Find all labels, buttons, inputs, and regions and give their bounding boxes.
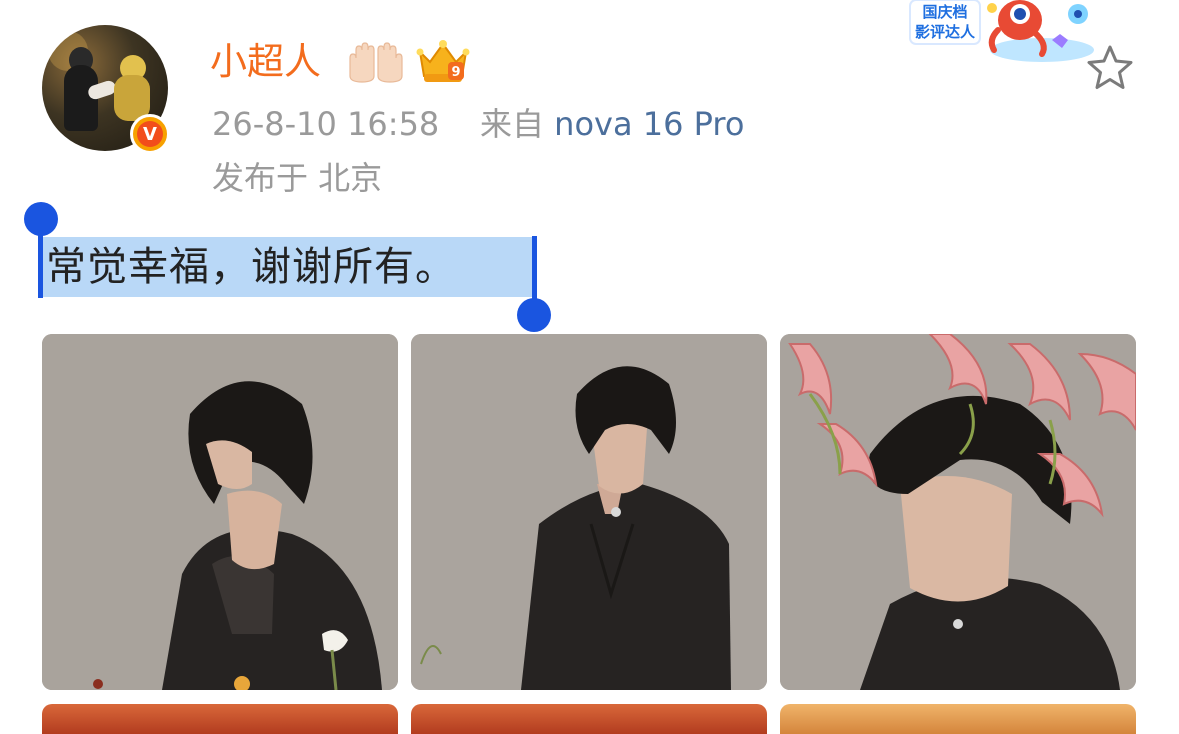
verified-badge-letter: V (137, 121, 163, 147)
selection-end-bar (532, 236, 537, 302)
post-location: 发布于 北京 (212, 159, 383, 197)
portrait-image (42, 334, 398, 690)
verified-badge-icon: V (130, 114, 170, 154)
author-name[interactable]: 小超人 (210, 40, 321, 84)
portrait-image (780, 334, 1136, 690)
event-badge[interactable]: 国庆档 影评达人 (902, 0, 1096, 64)
crown-level-icon[interactable]: 9 (414, 36, 472, 86)
photo-row2-strip-1[interactable] (42, 704, 398, 734)
photo-1[interactable] (42, 334, 398, 690)
post-body-text[interactable]: 常觉幸福，谢谢所有。 (46, 240, 456, 294)
post-meta: 26-8-10 16:58 来自 nova 16 Pro (212, 104, 744, 144)
crown-level-number: 9 (451, 65, 460, 80)
raised-hands-emoji-icon (349, 42, 403, 83)
photo-3[interactable] (780, 334, 1136, 690)
post-device-link[interactable]: nova 16 Pro (554, 105, 744, 143)
photo-2[interactable] (411, 334, 767, 690)
photo-row2-strip-2[interactable] (411, 704, 767, 734)
star-outline-icon[interactable] (1084, 42, 1136, 94)
post-source-prefix: 来自 (479, 105, 544, 143)
event-badge-line1: 国庆档 (922, 3, 967, 21)
portrait-image (411, 334, 767, 690)
post-timestamp: 26-8-10 16:58 (212, 105, 440, 143)
event-badge-line2: 影评达人 (915, 23, 976, 41)
selection-start-handle[interactable] (24, 202, 58, 236)
selection-end-handle[interactable] (517, 298, 551, 332)
photo-row2-strip-3[interactable] (780, 704, 1136, 734)
selection-start-bar (38, 232, 43, 298)
